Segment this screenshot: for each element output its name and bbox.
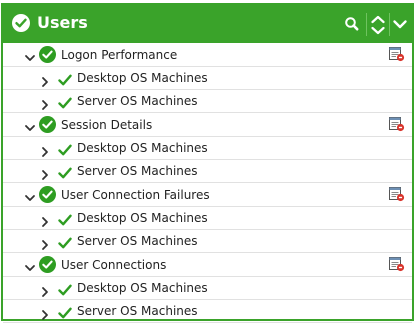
check-circle-icon — [39, 186, 56, 203]
chevron-down-icon[interactable] — [24, 259, 36, 271]
tree-group-row[interactable]: User Connection Failures — [3, 183, 412, 207]
tree-child-row[interactable]: Server OS Machines — [3, 300, 412, 323]
chevron-right-icon[interactable] — [39, 96, 51, 110]
chevron-down-icon[interactable] — [390, 14, 410, 34]
check-circle-icon — [39, 46, 56, 63]
group-label: User Connection Failures — [61, 188, 210, 202]
check-circle-icon — [39, 116, 56, 133]
sort-icon[interactable] — [369, 13, 387, 37]
checkmark-icon — [58, 235, 72, 249]
chevron-right-icon[interactable] — [39, 166, 51, 180]
tree-group-row[interactable]: Session Details — [3, 113, 412, 137]
checkmark-icon — [58, 72, 72, 86]
chevron-down-icon[interactable] — [24, 189, 36, 201]
tree-child-row[interactable]: Server OS Machines — [3, 160, 412, 183]
checkmark-icon — [58, 305, 72, 319]
users-panel: Users Logon Performance Desktop OS Machin… — [1, 3, 414, 323]
child-label: Server OS Machines — [77, 304, 198, 318]
chevron-right-icon[interactable] — [39, 236, 51, 250]
tree-child-row[interactable]: Desktop OS Machines — [3, 207, 412, 230]
header-divider — [366, 13, 367, 36]
tree-child-row[interactable]: Server OS Machines — [3, 90, 412, 113]
child-label: Desktop OS Machines — [77, 71, 208, 85]
group-label: Session Details — [61, 118, 153, 132]
tree-child-row[interactable]: Desktop OS Machines — [3, 67, 412, 90]
checkmark-icon — [58, 282, 72, 296]
checkmark-icon — [58, 142, 72, 156]
tree-child-row[interactable]: Desktop OS Machines — [3, 277, 412, 300]
tree-list: Logon Performance Desktop OS Machines Serv… — [3, 43, 412, 323]
chevron-right-icon[interactable] — [39, 73, 51, 87]
checkmark-icon — [58, 165, 72, 179]
chevron-down-icon[interactable] — [24, 119, 36, 131]
chevron-right-icon[interactable] — [39, 143, 51, 157]
chevron-down-icon[interactable] — [24, 49, 36, 61]
child-label: Server OS Machines — [77, 164, 198, 178]
child-label: Desktop OS Machines — [77, 141, 208, 155]
panel-header: Users — [3, 5, 412, 43]
chevron-right-icon[interactable] — [39, 283, 51, 297]
report-icon[interactable] — [388, 186, 405, 202]
tree-child-row[interactable]: Server OS Machines — [3, 230, 412, 253]
chevron-right-icon[interactable] — [39, 213, 51, 227]
checkmark-icon — [58, 212, 72, 226]
tree-group-row[interactable]: Logon Performance — [3, 43, 412, 67]
child-label: Server OS Machines — [77, 234, 198, 248]
child-label: Desktop OS Machines — [77, 281, 208, 295]
report-icon[interactable] — [388, 256, 405, 272]
group-label: Logon Performance — [61, 48, 178, 62]
check-circle-icon — [39, 256, 56, 273]
report-icon[interactable] — [388, 46, 405, 62]
search-icon[interactable] — [342, 14, 362, 34]
panel-title: Users — [37, 13, 88, 32]
tree-child-row[interactable]: Desktop OS Machines — [3, 137, 412, 160]
group-label: User Connections — [61, 258, 167, 272]
child-label: Server OS Machines — [77, 94, 198, 108]
report-icon[interactable] — [388, 116, 405, 132]
child-label: Desktop OS Machines — [77, 211, 208, 225]
chevron-right-icon[interactable] — [39, 306, 51, 320]
checkmark-icon — [58, 95, 72, 109]
check-circle-icon — [12, 14, 30, 32]
tree-group-row[interactable]: User Connections — [3, 253, 412, 277]
